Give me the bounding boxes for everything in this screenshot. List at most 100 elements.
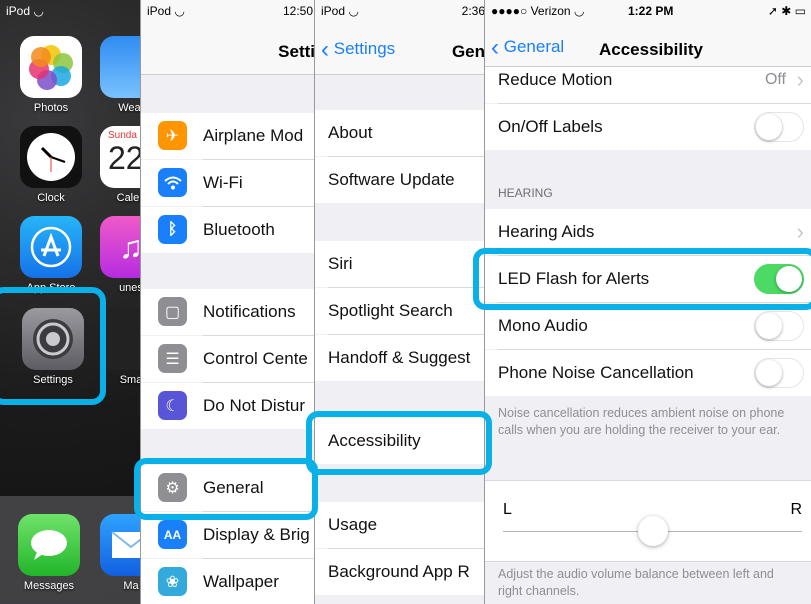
mono-audio-toggle[interactable] [754,311,804,341]
music-note-icon: ♫ [100,216,140,278]
settings-item-label: Do Not Distur [203,396,306,415]
back-general-button[interactable]: ‹ General [491,34,564,62]
settings-item-do-not-disturb[interactable]: ☾ Do Not Distur [141,383,315,429]
app-photos[interactable]: Photos [20,36,82,114]
onoff-labels-toggle[interactable] [754,112,804,142]
notifications-icon: ▢ [158,297,187,326]
settings-status-bar: iPod ◡ 12:50 [147,4,313,18]
home-status-bar: iPod ◡ [6,4,44,18]
settings-gear-icon [22,308,84,370]
hearing-section-header: HEARING [498,186,553,200]
balance-footnote: Adjust the audio volume balance between … [498,567,774,598]
battery-icon: ➚ ✱ ▭ [767,4,806,18]
chevron-left-icon: ‹ [491,34,499,61]
settings-title: Setti [278,42,315,61]
airplane-icon: ✈ [158,121,187,150]
home-dock: Messages Ma [0,496,140,604]
reduce-motion-value: Off [764,71,786,88]
calendar-icon: Sunda 22 [100,126,140,188]
home-screen-panel: iPod ◡ Photos Weat Clock [0,0,140,604]
general-item-background-app[interactable]: Background App R [315,549,485,595]
app-clock[interactable]: Clock [20,126,82,204]
calendar-day: Sunda [108,130,137,141]
clock-icon [20,126,82,188]
general-item-label: Accessibility [328,431,421,450]
settings-item-bluetooth[interactable]: ᛒ Bluetooth [141,207,315,253]
noise-cancellation-footnote: Noise cancellation reduces ambient noise… [498,406,785,437]
settings-item-label: Control Cente [203,349,308,368]
general-item-about[interactable]: About [315,110,485,156]
chevron-right-icon: › [796,67,804,92]
back-settings-button[interactable]: ‹ Settings [321,36,395,64]
settings-item-wallpaper[interactable]: ❀ Wallpaper [141,559,315,604]
control-center-icon: ☰ [158,344,187,373]
row-led-flash[interactable]: LED Flash for Alerts [485,256,811,302]
balance-slider-group: L R [485,480,811,562]
back-label: General [503,37,565,56]
app-app-store[interactable]: App Store [20,216,82,294]
settings-item-notifications[interactable]: ▢ Notifications [141,289,315,335]
settings-item-label: General [203,478,264,497]
app-settings[interactable]: Settings [22,308,84,386]
led-flash-toggle[interactable] [754,264,804,294]
accessibility-header: ●●●●○ Verizon ◡ 1:22 PM ➚ ✱ ▭ ‹ General … [485,0,811,67]
led-flash-label: LED Flash for Alerts [498,269,650,288]
app-weather[interactable]: Weat [100,36,140,114]
settings-header: iPod ◡ 12:50 Setti [141,0,315,75]
settings-status-device: iPod [147,4,172,18]
status-carrier: Verizon [530,4,571,18]
settings-item-label: Wallpaper [203,572,279,591]
back-label: Settings [333,39,396,58]
general-item-usage[interactable]: Usage [315,502,485,548]
app-mail[interactable]: Ma [100,514,140,592]
app-label-itunes: unes [119,282,140,294]
row-noise-cancellation[interactable]: Phone Noise Cancellation [485,350,811,396]
app-calendar[interactable]: Sunda 22 Calen [100,126,140,204]
wallpaper-flower-icon: ❀ [158,567,187,596]
row-hearing-aids[interactable]: Hearing Aids › [485,209,811,255]
app-label-smart: Sma [119,374,140,386]
app-label-weather: Weat [118,102,140,114]
settings-item-label: Airplane Mod [203,126,304,145]
balance-slider-thumb[interactable] [637,516,668,546]
app-itunes[interactable]: ♫ unes [100,216,140,294]
settings-item-wifi[interactable]: Wi-Fi [141,160,315,206]
home-status-device: iPod [6,4,31,18]
general-item-handoff[interactable]: Handoff & Suggest [315,335,485,381]
settings-item-control-center[interactable]: ☰ Control Cente [141,336,315,382]
settings-item-general[interactable]: ⚙ General [141,465,315,511]
settings-item-label: Wi-Fi [203,173,243,192]
settings-item-airplane[interactable]: ✈ Airplane Mod [141,113,315,159]
general-item-label: Background App R [328,562,470,581]
general-item-spotlight[interactable]: Spotlight Search [315,288,485,334]
app-store-icon [20,216,82,278]
settings-item-display[interactable]: AA Display & Brig [141,512,315,558]
general-item-label: Spotlight Search [328,301,453,320]
reduce-motion-label: Reduce Motion [498,70,613,89]
smart-app-icon [100,308,140,370]
general-item-software-update[interactable]: Software Update [315,157,485,203]
general-item-siri[interactable]: Siri [315,241,485,287]
general-item-label: Siri [328,254,353,273]
general-item-accessibility[interactable]: Accessibility [315,418,485,464]
app-label-calendar: Calen [116,192,140,204]
status-time: 1:22 PM [628,4,674,18]
row-mono-audio[interactable]: Mono Audio [485,303,811,349]
general-title: Gen [451,42,485,61]
app-label-mail: Ma [123,580,139,592]
balance-right-label: R [790,501,802,518]
app-label-messages: Messages [23,580,75,592]
mono-audio-label: Mono Audio [498,316,588,335]
toggle-knob [756,313,782,339]
balance-slider-track[interactable] [503,516,802,546]
photos-icon [20,36,82,98]
noise-cancellation-toggle[interactable] [754,358,804,388]
general-header: iPod ◡ 2:36 ‹ Settings Gen [315,0,485,75]
balance-left-label: L [503,501,512,518]
app-messages[interactable]: Messages [18,514,80,592]
onoff-labels-label: On/Off Labels [498,117,603,136]
settings-item-label: Display & Brig [203,525,310,544]
app-label-clock: Clock [37,192,65,204]
row-onoff-labels[interactable]: On/Off Labels [485,104,811,150]
app-smart[interactable]: Sma [100,308,140,386]
